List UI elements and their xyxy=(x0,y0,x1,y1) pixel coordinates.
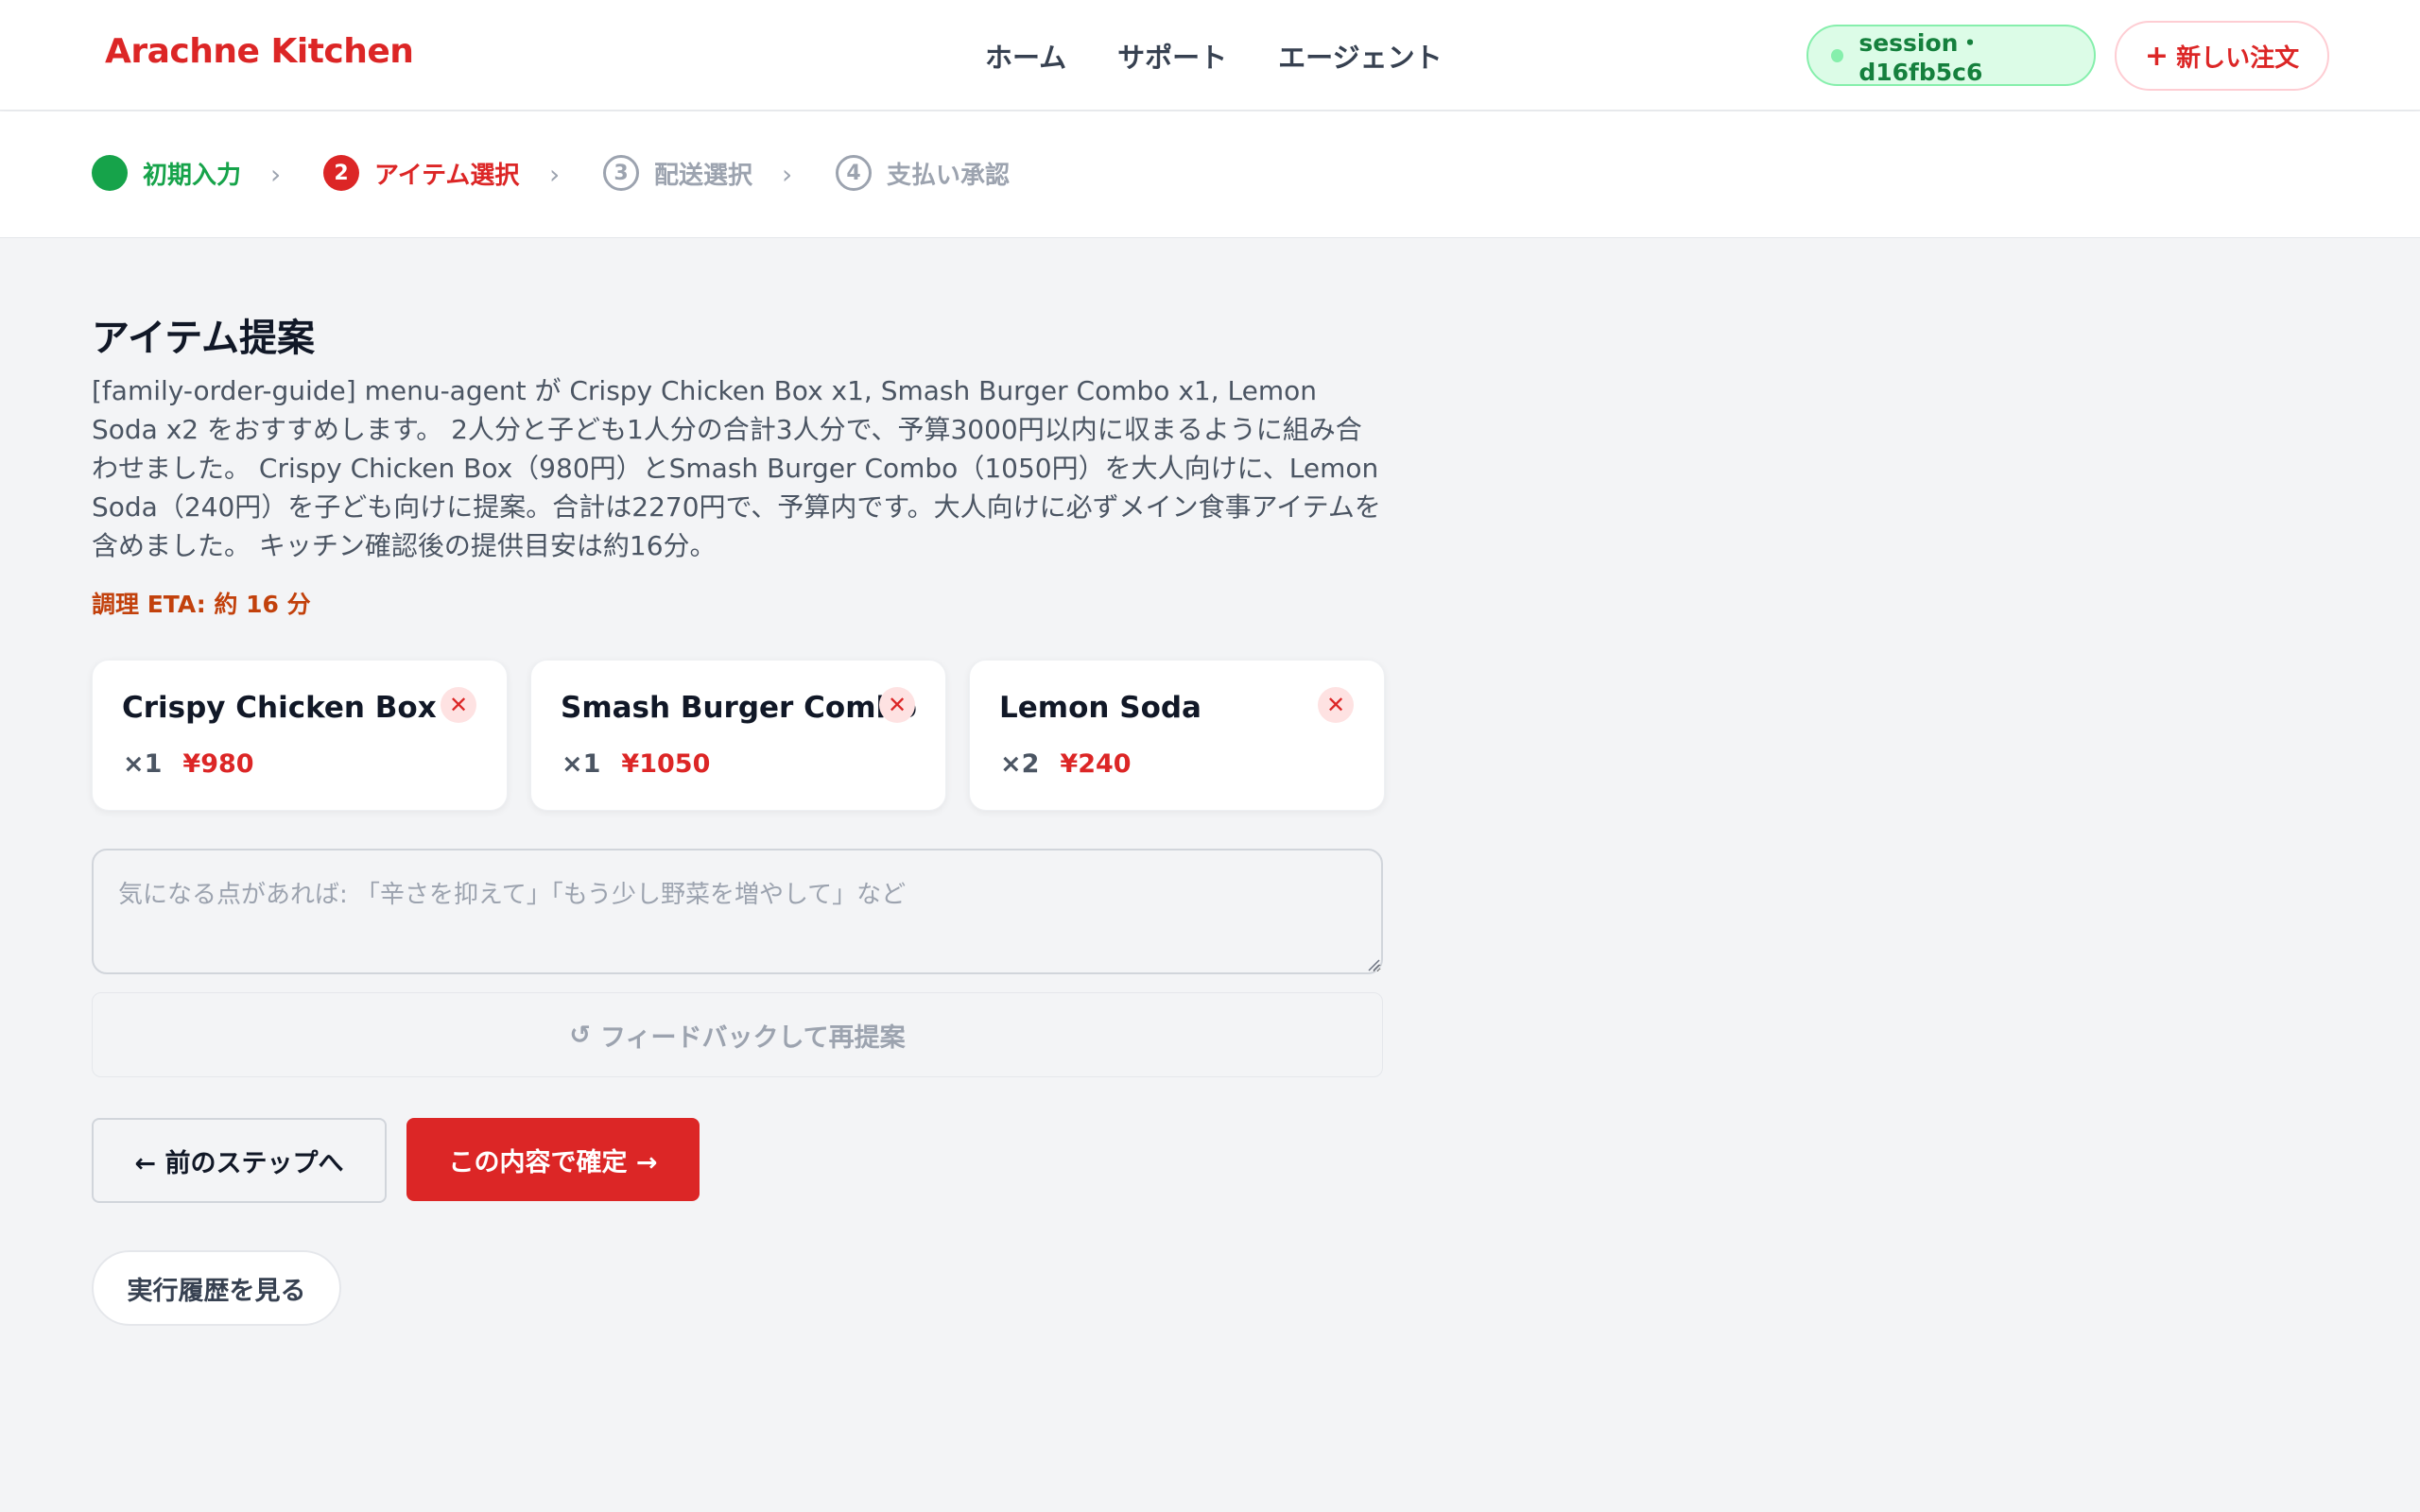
step-label: 初期入力 xyxy=(143,161,242,190)
step-label: 配送選択 xyxy=(654,161,753,190)
nav-home[interactable]: ホーム xyxy=(985,36,1066,76)
session-badge: session・d16fb5c6 xyxy=(1806,25,2096,86)
new-order-label: 新しい注文 xyxy=(2176,43,2300,73)
chevron-right-icon: › xyxy=(782,159,793,190)
nav-agent[interactable]: エージェント xyxy=(1278,36,1442,76)
chevron-right-icon: › xyxy=(270,159,282,190)
remove-item-button[interactable]: ✕ xyxy=(879,687,915,723)
step-complete-icon xyxy=(92,155,128,191)
item-card: Crispy Chicken Box ✕ ×1 ¥980 xyxy=(92,660,508,811)
suggestion-description: [family-order-guide] menu-agent が Crispy… xyxy=(92,375,1381,561)
main-nav: ホーム サポート エージェント xyxy=(985,36,1443,76)
item-name: Smash Burger Combo xyxy=(561,691,917,725)
confirm-button[interactable]: この内容で確定 → xyxy=(406,1118,700,1201)
repropose-button[interactable]: ↺ フィードバックして再提案 xyxy=(92,992,1383,1077)
page-title: アイテム提案 xyxy=(92,317,315,360)
plus-icon: + xyxy=(2144,39,2169,73)
item-name: Crispy Chicken Box xyxy=(122,691,437,725)
brand-logo[interactable]: Arachne Kitchen xyxy=(105,32,414,71)
nav-support[interactable]: サポート xyxy=(1117,36,1227,76)
close-icon: ✕ xyxy=(448,692,469,718)
step-number: 4 xyxy=(836,155,872,191)
resize-handle-icon[interactable] xyxy=(1367,958,1380,971)
item-meta: ×1 ¥1050 xyxy=(562,749,710,779)
item-quantity: ×2 xyxy=(1000,749,1040,779)
step-number: 2 xyxy=(323,155,359,191)
step-payment-approval: 4 支払い承認 xyxy=(836,155,1010,191)
item-price: ¥980 xyxy=(182,749,254,779)
top-header: Arachne Kitchen ホーム サポート エージェント session・… xyxy=(0,0,2420,111)
status-dot-icon xyxy=(1831,48,1844,62)
step-number: 3 xyxy=(603,155,639,191)
remove-item-button[interactable]: ✕ xyxy=(1318,687,1354,723)
item-name: Lemon Soda xyxy=(999,691,1201,725)
step-delivery-selection: 3 配送選択 xyxy=(603,155,752,191)
cooking-eta: 調理 ETA: 約 16 分 xyxy=(92,591,311,618)
view-history-button[interactable]: 実行履歴を見る xyxy=(92,1250,341,1326)
item-quantity: ×1 xyxy=(562,749,601,779)
item-quantity: ×1 xyxy=(123,749,163,779)
item-card: Smash Burger Combo ✕ ×1 ¥1050 xyxy=(530,660,946,811)
item-meta: ×2 ¥240 xyxy=(1000,749,1132,779)
close-icon: ✕ xyxy=(887,692,908,718)
close-icon: ✕ xyxy=(1325,692,1346,718)
refresh-icon: ↺ xyxy=(569,1020,591,1050)
session-label: session・d16fb5c6 xyxy=(1858,29,1983,86)
new-order-button[interactable]: + 新しい注文 xyxy=(2115,21,2329,91)
item-card: Lemon Soda ✕ ×2 ¥240 xyxy=(969,660,1385,811)
remove-item-button[interactable]: ✕ xyxy=(441,687,476,723)
step-initial-input: 初期入力 xyxy=(92,155,241,191)
progress-stepper: 初期入力 › 2 アイテム選択 › 3 配送選択 › 4 支払い承認 xyxy=(0,112,2420,238)
item-meta: ×1 ¥980 xyxy=(123,749,254,779)
item-price: ¥240 xyxy=(1060,749,1132,779)
feedback-input[interactable] xyxy=(92,849,1383,974)
step-label: アイテム選択 xyxy=(374,161,520,190)
step-item-selection: 2 アイテム選択 xyxy=(323,155,519,191)
chevron-right-icon: › xyxy=(549,159,561,190)
repropose-label: フィードバックして再提案 xyxy=(599,1022,906,1053)
step-label: 支払い承認 xyxy=(887,161,1011,190)
item-price: ¥1050 xyxy=(621,749,711,779)
previous-step-button[interactable]: ← 前のステップへ xyxy=(92,1118,387,1203)
